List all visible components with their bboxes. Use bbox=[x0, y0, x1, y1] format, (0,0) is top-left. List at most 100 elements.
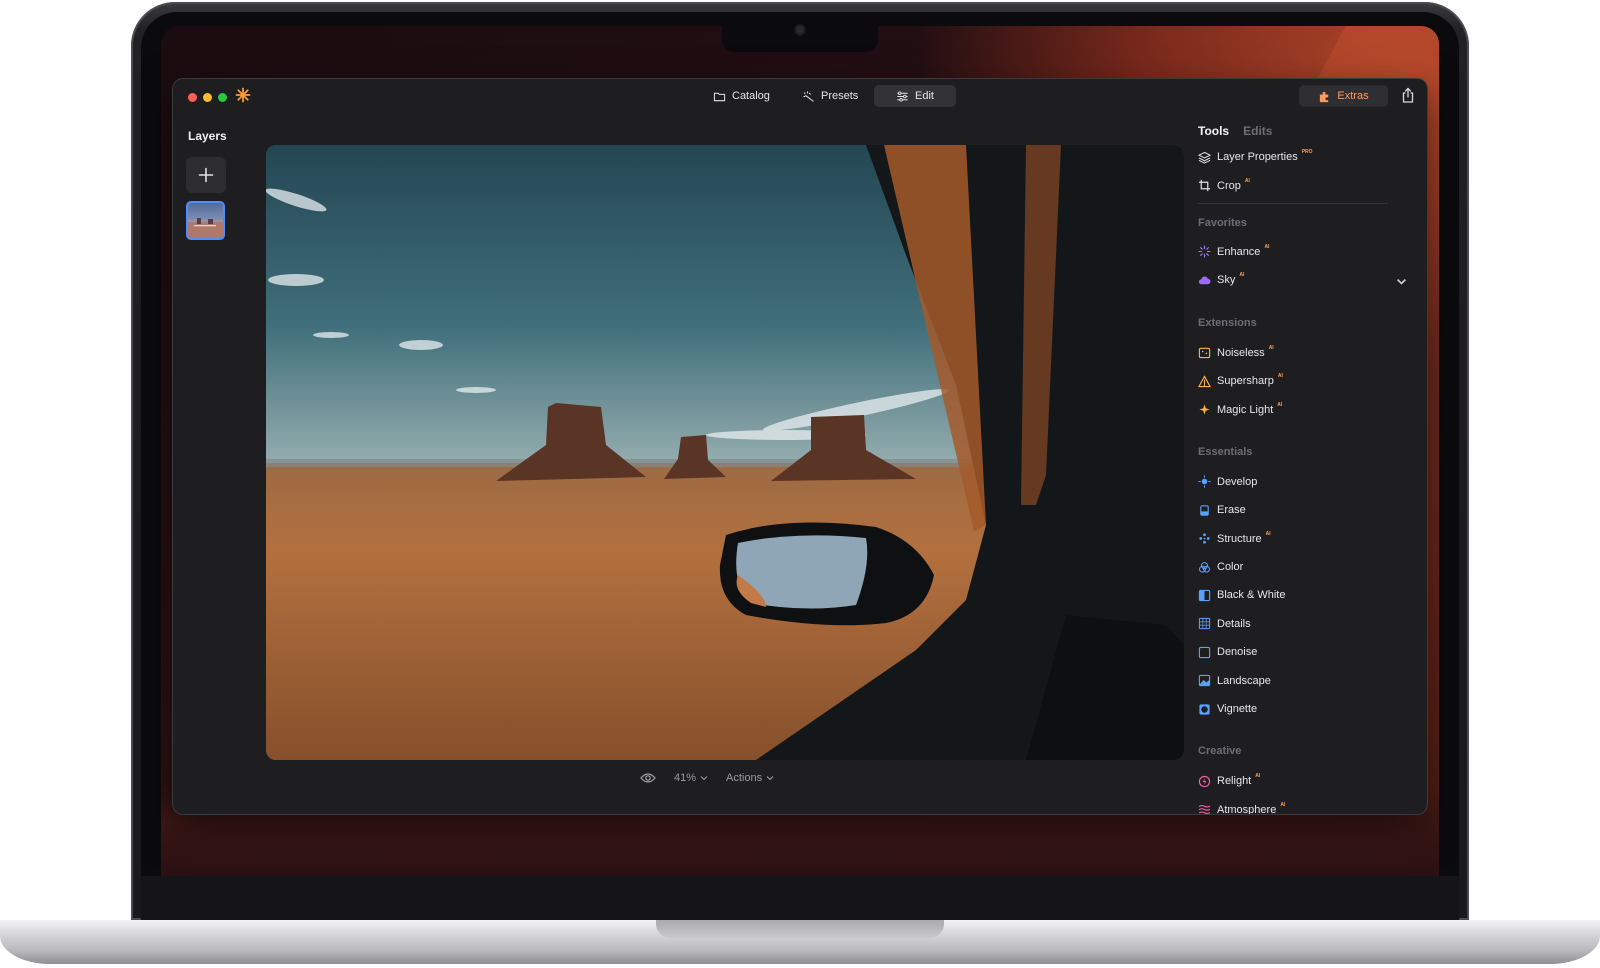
tool-relight[interactable]: Relight AI bbox=[1198, 767, 1408, 795]
tool-structure[interactable]: Structure AI bbox=[1198, 525, 1408, 553]
tool-vignette[interactable]: Vignette bbox=[1198, 695, 1408, 723]
minimize-window-button[interactable] bbox=[203, 93, 212, 102]
sun-icon bbox=[1198, 475, 1211, 489]
relight-icon bbox=[1198, 775, 1211, 788]
tool-label: Develop bbox=[1217, 475, 1258, 488]
tab-edit-label: Edit bbox=[915, 90, 934, 102]
app-logo-icon bbox=[235, 87, 251, 103]
tool-label: Atmosphere bbox=[1217, 803, 1277, 814]
extras-label: Extras bbox=[1337, 90, 1369, 102]
section-creative: Creative bbox=[1198, 745, 1242, 758]
ai-badge: AI bbox=[1265, 530, 1271, 537]
structure-icon bbox=[1199, 533, 1210, 544]
sliders-icon bbox=[897, 90, 908, 102]
app-window: Catalog Presets Edit Extras Layers 41% A… bbox=[173, 79, 1427, 814]
tool-label: Color bbox=[1217, 561, 1244, 574]
add-layer-button[interactable] bbox=[186, 157, 226, 193]
title-bar: Catalog Presets Edit Extras bbox=[173, 79, 1427, 115]
tab-edit[interactable]: Edit bbox=[874, 85, 956, 107]
tool-label: Layer Properties bbox=[1217, 151, 1298, 164]
tool-label: Crop bbox=[1217, 179, 1241, 192]
black-white-icon bbox=[1198, 589, 1211, 602]
chevron-down-icon[interactable] bbox=[1395, 275, 1408, 288]
plus-icon bbox=[198, 167, 214, 183]
panel-tabs: Tools Edits bbox=[1198, 119, 1408, 143]
tab-catalog[interactable]: Catalog bbox=[701, 85, 782, 107]
tool-landscape[interactable]: Landscape bbox=[1198, 666, 1408, 694]
tool-label: Vignette bbox=[1217, 703, 1258, 716]
cloud-icon bbox=[1198, 276, 1211, 285]
tab-tools[interactable]: Tools bbox=[1198, 124, 1229, 138]
eraser-icon bbox=[1200, 505, 1209, 516]
tool-label: Details bbox=[1217, 617, 1251, 630]
crop-icon bbox=[1198, 180, 1211, 192]
ai-badge: AI bbox=[1280, 801, 1286, 808]
layers-icon bbox=[1198, 151, 1211, 164]
section-extensions: Extensions bbox=[1198, 316, 1257, 329]
tab-catalog-label: Catalog bbox=[732, 90, 770, 102]
extras-button[interactable]: Extras bbox=[1299, 85, 1388, 107]
tab-presets-label: Presets bbox=[821, 90, 859, 102]
tool-label: Enhance bbox=[1217, 245, 1261, 258]
noiseless-icon bbox=[1198, 348, 1211, 359]
canvas-toolbar: 41% Actions bbox=[640, 768, 774, 788]
close-window-button[interactable] bbox=[188, 93, 197, 102]
layer-thumbnail[interactable] bbox=[186, 201, 225, 240]
actions-menu[interactable]: Actions bbox=[726, 772, 774, 784]
tool-label: Noiseless bbox=[1217, 346, 1265, 359]
tool-label: Relight bbox=[1217, 775, 1252, 788]
chevron-down-icon bbox=[700, 776, 708, 781]
camera-icon bbox=[794, 24, 806, 36]
tools-panel: Tools Edits Layer Properties PRO Crop AI… bbox=[1198, 119, 1408, 814]
chevron-down-icon bbox=[766, 776, 774, 781]
tool-magic-light[interactable]: Magic Light AI bbox=[1198, 395, 1408, 423]
magic-light-icon bbox=[1199, 404, 1210, 415]
tool-black-white[interactable]: Black & White bbox=[1198, 581, 1408, 609]
supersharp-icon bbox=[1198, 374, 1211, 387]
tool-details[interactable]: Details bbox=[1198, 610, 1408, 638]
tool-label: Erase bbox=[1217, 504, 1246, 517]
pro-badge: PRO bbox=[1301, 149, 1313, 156]
folder-icon bbox=[713, 92, 726, 101]
tool-noiseless[interactable]: Noiseless AI bbox=[1198, 339, 1408, 367]
denoise-icon bbox=[1198, 646, 1211, 658]
zoom-value: 41% bbox=[674, 772, 697, 784]
tool-layer-properties[interactable]: Layer Properties PRO bbox=[1198, 143, 1408, 171]
maximize-window-button[interactable] bbox=[218, 93, 227, 102]
tab-edits[interactable]: Edits bbox=[1243, 124, 1272, 138]
vignette-icon bbox=[1199, 703, 1210, 715]
tab-presets[interactable]: Presets bbox=[790, 85, 870, 107]
tool-color[interactable]: Color bbox=[1198, 553, 1408, 581]
tool-crop[interactable]: Crop AI bbox=[1198, 171, 1408, 199]
laptop-chin bbox=[141, 876, 1459, 920]
share-icon[interactable] bbox=[1399, 86, 1417, 106]
zoom-select[interactable]: 41% bbox=[674, 772, 708, 784]
tool-label: Structure bbox=[1217, 532, 1262, 545]
tool-label: Black & White bbox=[1217, 589, 1286, 602]
eye-icon[interactable] bbox=[640, 772, 656, 784]
photo-canvas[interactable] bbox=[266, 145, 1184, 760]
tool-denoise[interactable]: Denoise bbox=[1198, 638, 1408, 666]
tool-label: Supersharp bbox=[1217, 375, 1274, 388]
tool-atmosphere[interactable]: Atmosphere AI bbox=[1198, 796, 1408, 814]
section-favorites: Favorites bbox=[1198, 216, 1247, 229]
ai-badge: AI bbox=[1244, 177, 1250, 184]
ai-badge: AI bbox=[1255, 773, 1261, 780]
tool-sky[interactable]: Sky AI bbox=[1198, 266, 1408, 294]
ai-badge: AI bbox=[1268, 344, 1274, 351]
tool-supersharp[interactable]: Supersharp AI bbox=[1198, 367, 1408, 395]
tool-enhance[interactable]: Enhance AI bbox=[1198, 238, 1408, 266]
ai-badge: AI bbox=[1277, 401, 1283, 408]
tool-label: Denoise bbox=[1217, 646, 1258, 659]
landscape-icon bbox=[1198, 674, 1211, 687]
tool-erase[interactable]: Erase bbox=[1198, 496, 1408, 524]
tool-label: Landscape bbox=[1217, 674, 1271, 687]
tool-develop[interactable]: Develop bbox=[1198, 468, 1408, 496]
color-icon bbox=[1198, 561, 1211, 573]
ai-badge: AI bbox=[1277, 373, 1283, 380]
ai-badge: AI bbox=[1264, 243, 1270, 250]
divider bbox=[1198, 202, 1388, 204]
atmosphere-icon bbox=[1198, 805, 1211, 814]
actions-label: Actions bbox=[726, 772, 763, 784]
tool-label: Magic Light bbox=[1217, 403, 1274, 416]
